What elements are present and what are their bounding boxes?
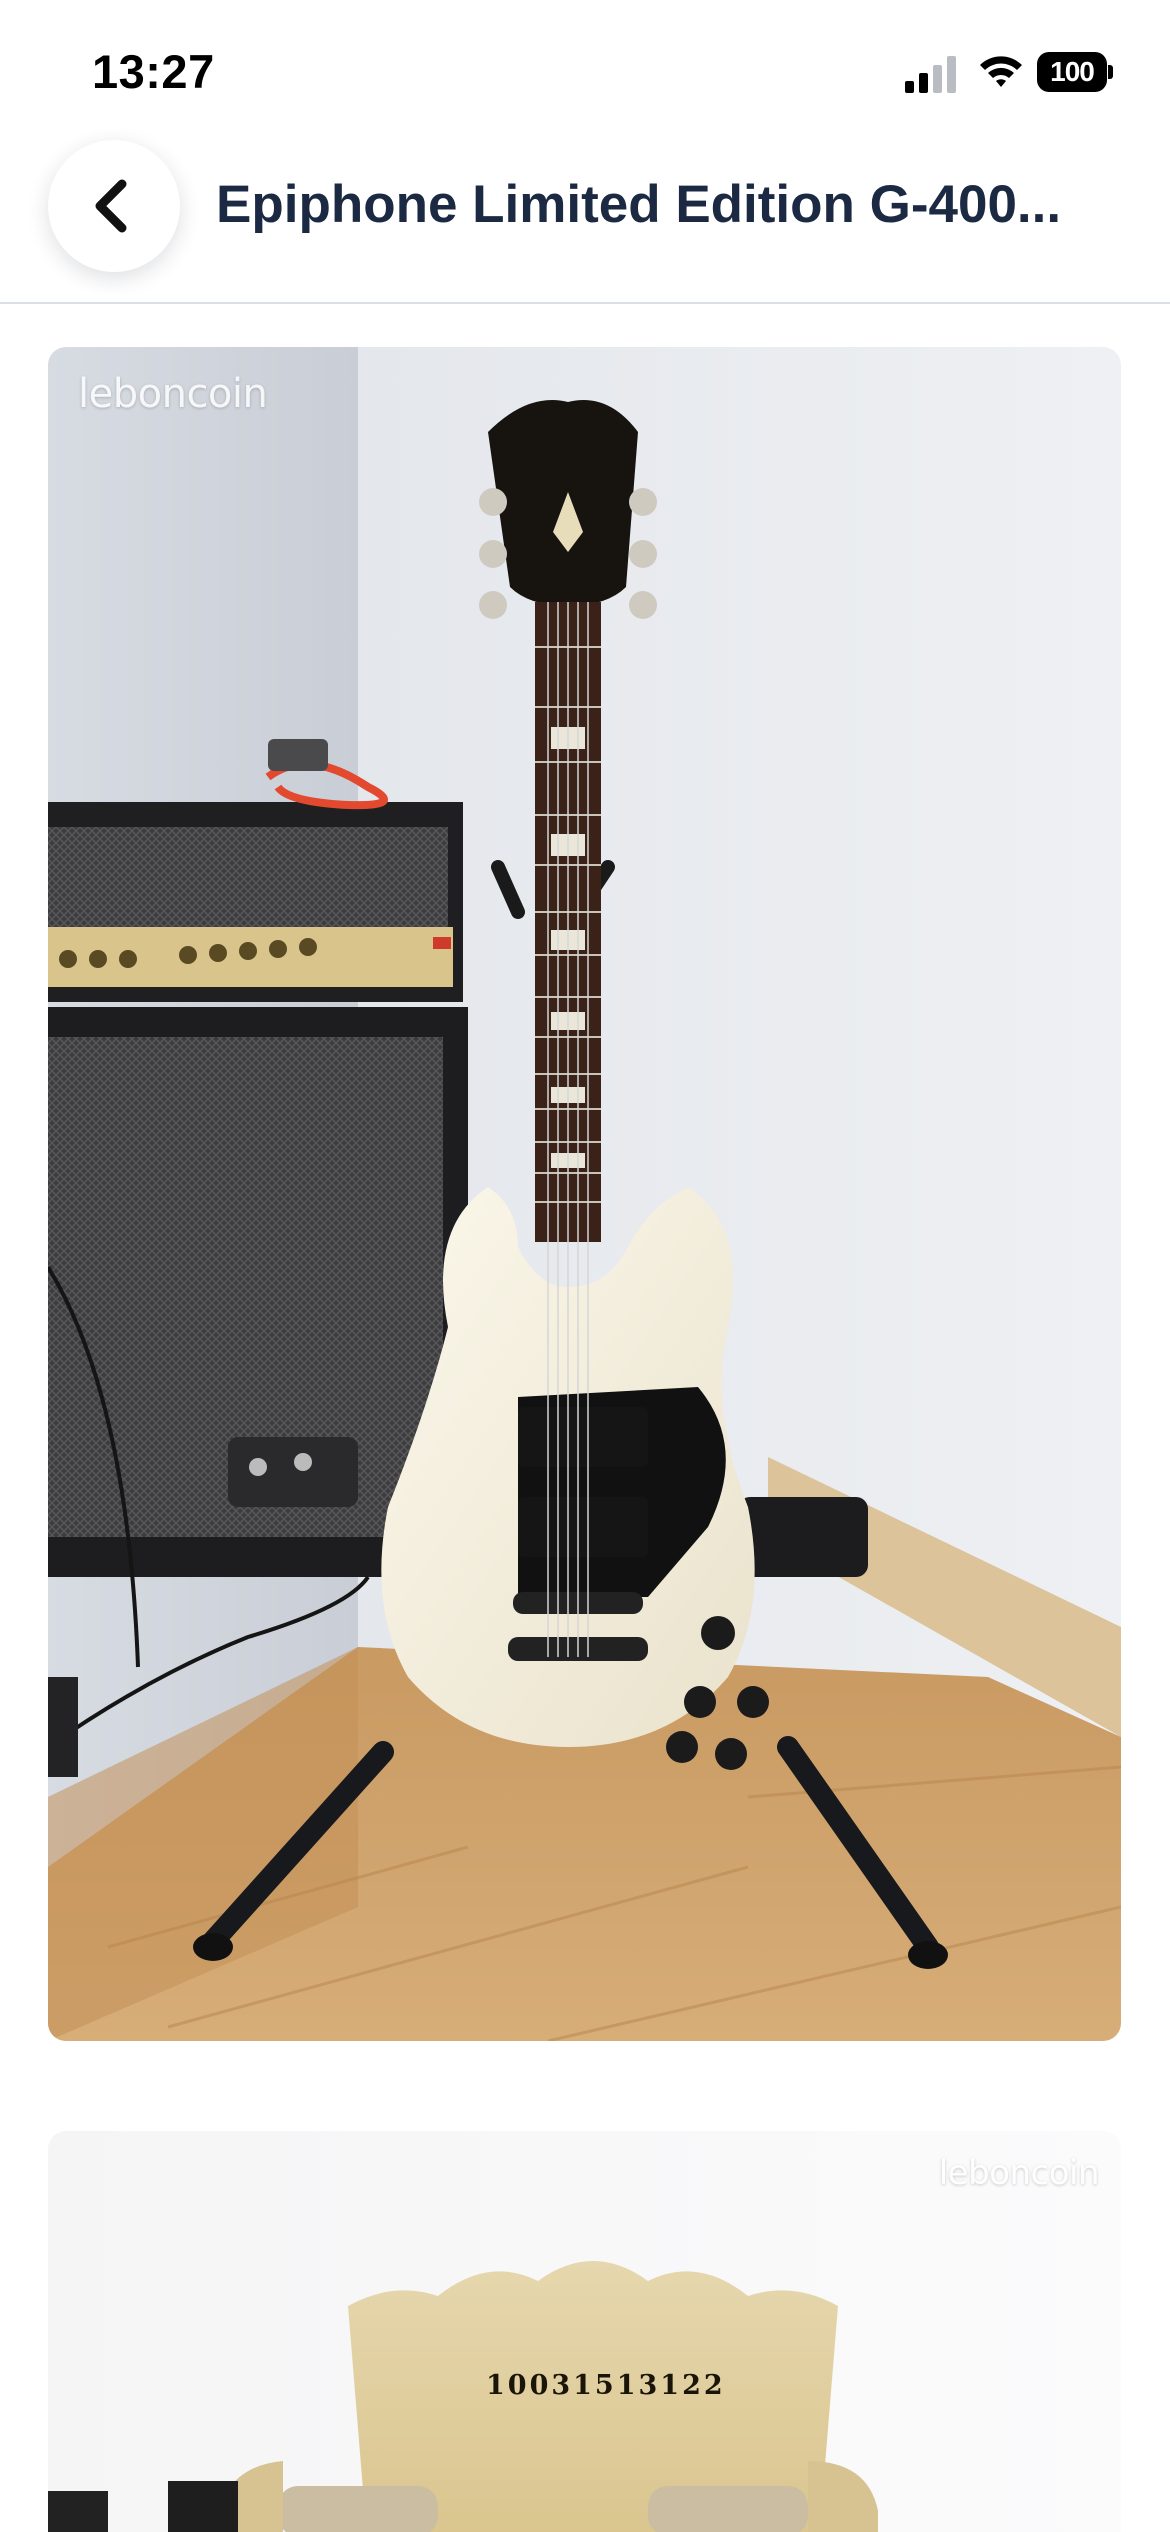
battery-icon: 100 <box>1037 52 1113 92</box>
listing-photo-1[interactable]: leboncoin <box>48 347 1121 2041</box>
battery-cap <box>1108 65 1113 79</box>
app-header: Epiphone Limited Edition G-400... <box>0 140 1170 304</box>
watermark-text: leboncoin <box>78 371 268 417</box>
guitar-photo <box>48 347 1121 2041</box>
back-button[interactable] <box>48 140 180 272</box>
watermark-text: leboncoin <box>938 2153 1100 2193</box>
screen: 13:27 100 Epiphone Limited Edition G-400… <box>0 0 1170 2532</box>
serial-number-text: 10031513122 <box>486 2370 726 2401</box>
battery-level: 100 <box>1050 56 1095 87</box>
listing-photo-2[interactable]: leboncoin 10031513122 <box>48 2131 1121 2532</box>
status-time: 13:27 <box>92 45 215 98</box>
cellular-signal-icon <box>905 56 956 93</box>
wifi-icon <box>980 56 1022 87</box>
status-bar: 13:27 100 <box>0 0 1170 140</box>
chevron-left-icon <box>95 179 127 233</box>
page-title: Epiphone Limited Edition G-400... <box>216 175 1062 234</box>
